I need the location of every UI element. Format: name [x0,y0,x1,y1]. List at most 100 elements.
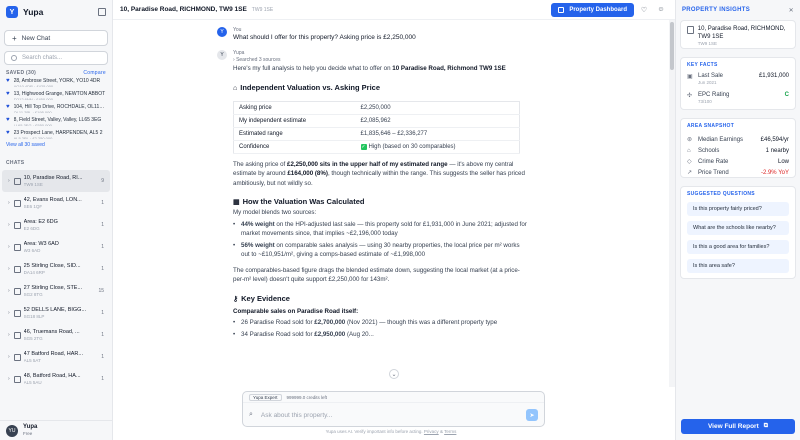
sidebar-collapse-icon[interactable] [98,8,106,16]
chat-item[interactable]: › 46, Truemans Road, ... SG5 2TG 1 [2,324,110,346]
table-cell: £2,085,962 [355,114,520,128]
message-input[interactable] [260,411,526,419]
chat-icon [13,243,21,251]
calendar-icon: ▣ [687,74,693,80]
saved-property-item[interactable]: ♥ 28, Ambrose Street, YORK, YO10 4DR YO10 … [0,76,112,89]
chevron-right-icon: › [8,288,10,294]
user-name: Yupa [23,424,38,430]
chat-item[interactable]: › 48, Batford Road, HA... AL5 5AU 1 [2,368,110,390]
sidebar: Y Yupa + New Chat Search chats... SAVED … [0,0,113,440]
user-message-text: What should I offer for this property? A… [233,34,416,41]
user-icon[interactable]: ☺ [654,6,668,13]
chat-icon [13,199,21,207]
area-snapshot-label: AREA SNAPSHOT [687,123,735,129]
yupa-logo: Y [6,6,18,18]
area-snapshot-card: AREA SNAPSHOT ⊛ Median Earnings £46,594/yr… [680,118,796,178]
user-profile[interactable]: YU Yupa Free [0,420,112,440]
calculation-intro: My model blends two sources: [233,209,317,216]
last-sale-value: £1,931,000 [758,73,789,79]
area-row: ↗ Price Trend -2.9% YoY [687,169,789,177]
suggested-question[interactable]: Is this a good area for families? [687,240,789,254]
heart-icon[interactable]: ♡ [637,6,651,14]
chart-icon: ▦ [233,199,240,206]
heart-icon: ♥ [6,104,10,110]
chevron-right-icon: › [8,332,10,338]
area-row: ◇ Crime Rate Low [687,158,789,166]
compare-link[interactable]: Compare [83,70,106,76]
suggested-question[interactable]: Is this area safe? [687,259,789,273]
heart-icon: ♥ [6,91,10,97]
dashboard-label: Property Dashboard [569,6,627,13]
message-count: 1 [101,376,104,382]
saved-property-item[interactable]: ♥ 13, Highwood Grange, NEWTON ABBOT TQ12 6… [0,89,112,102]
chats-section-label: CHATS [6,160,25,166]
message-count: 1 [101,222,104,228]
sidebar-header: Y Yupa [0,0,112,24]
chat-item[interactable]: › 42, Evans Road, LON... SE6 1QF 1 [2,192,110,214]
table-row: Confidence ✓ High (based on 30 comparables… [233,140,520,154]
chat-item[interactable]: › 47 Batford Road, HAR... AL5 5AT 1 [2,346,110,368]
chat-item[interactable]: › 27 Stirling Close, STE... SG2 8TG 15 [2,280,110,302]
chevron-right-icon: › [8,178,10,184]
valuation-heading: ⌂ Independent Valuation vs. Asking Price [233,82,380,92]
view-full-report-label: View Full Report [707,423,759,430]
heart-icon: ♥ [6,78,10,84]
energy-icon: ✣ [687,93,693,99]
insights-panel: PROPERTY INSIGHTS ✕ 10, Paradise Road, R… [675,0,800,440]
suggested-questions-label: SUGGESTED QUESTIONS [687,191,755,197]
sources-toggle[interactable]: › Searched 3 sources [233,56,528,64]
chat-item[interactable]: › Area: W3 6AD W3 6AD 1 [2,236,110,258]
heart-icon: ♥ [6,130,10,136]
brand-name: Yupa [23,7,44,17]
property-card: 10, Paradise Road, RICHMOND, TW9 1SE TW9… [680,20,796,49]
table-cell: £2,250,000 [355,101,520,115]
search-chats-input[interactable]: Search chats... [4,51,108,65]
message-count: 1 [101,200,104,206]
table-cell: Estimated range [233,127,356,141]
chat-item[interactable]: › 25 Stirling Close, SID... DA14 6RP 1 [2,258,110,280]
view-all-saved-link[interactable]: View all 30 saved [0,141,112,149]
chevron-right-icon: › [8,244,10,250]
close-icon[interactable]: ✕ [789,7,794,14]
scrollbar-thumb[interactable] [670,22,674,70]
search-icon [11,55,17,61]
privacy-link[interactable]: Privacy [424,429,439,434]
terms-link[interactable]: Terms [444,429,456,434]
dashboard-icon [558,6,565,13]
list-item: • 34 Paradise Road sold for £2,950,000 (A… [233,330,374,338]
evidence-intro: Comparable sales on Paradise Road itself… [233,307,359,315]
mode-selector[interactable]: Yupa Expert [249,393,282,401]
list-item: • 44% weight on the HPI-adjusted last sal… [233,220,527,238]
saved-property-item[interactable]: ♥ 8, Field Street, Valley, Valley, LL65 3… [0,115,112,128]
send-button[interactable]: ➤ [526,409,538,421]
property-dashboard-button[interactable]: Property Dashboard [551,2,634,17]
key-facts-label: KEY FACTS [687,62,718,68]
epc-row: ✣ EPC Rating 73/100 C [687,92,789,104]
chat-item[interactable]: › 52 DELLS LANE, BIGG... SG18 8LP 1 [2,302,110,324]
saved-property-item[interactable]: ♥ 23 Prospect Lane, HARPENDEN, AL5 2 AL5 2… [0,128,112,141]
calculation-heading: ▦ How the Valuation Was Calculated [233,197,365,206]
credits-text: 999999.0 credits left [286,394,328,400]
school-icon: ⌂ [687,147,691,154]
table-cell: My independent estimate [233,114,356,128]
message-count: 1 [101,310,104,316]
key-facts-card: KEY FACTS ▣ Last Sale Jun 2021 £1,931,000… [680,57,796,110]
chat-icon [13,221,21,229]
suggested-question[interactable]: Is this property fairly priced? [687,202,789,216]
new-chat-button[interactable]: + New Chat [4,30,108,46]
attach-icon[interactable]: ⌕ [249,411,253,419]
chat-item[interactable]: › 10, Paradise Road, RI... TW9 1SE 9 [2,170,110,192]
chat-item[interactable]: › Area: E2 6DG E2 6DG 1 [2,214,110,236]
saved-property-item[interactable]: ♥ 104, Hill Top Drive, ROCHDALE, OL11 2RL… [0,102,112,115]
trend-icon: ↗ [687,170,693,176]
message-count: 1 [101,266,104,272]
suggested-question[interactable]: What are the schools like nearby? [687,221,789,235]
chat-icon [13,265,21,273]
assistant-message: Y Yupa › Searched 3 sources Here's my fu… [217,50,669,339]
view-full-report-button[interactable]: View Full Report ⧉ [681,419,795,434]
scroll-down-icon[interactable]: ⌄ [389,369,399,379]
table-cell: £1,835,646 – £2,336,277 [355,127,520,141]
disclaimer: Yupa uses AI. Verify important info befo… [325,429,457,434]
saved-list: ♥ 28, Ambrose Street, YORK, YO10 4DR YO10 … [0,76,112,141]
table-cell: Asking price [233,101,356,115]
